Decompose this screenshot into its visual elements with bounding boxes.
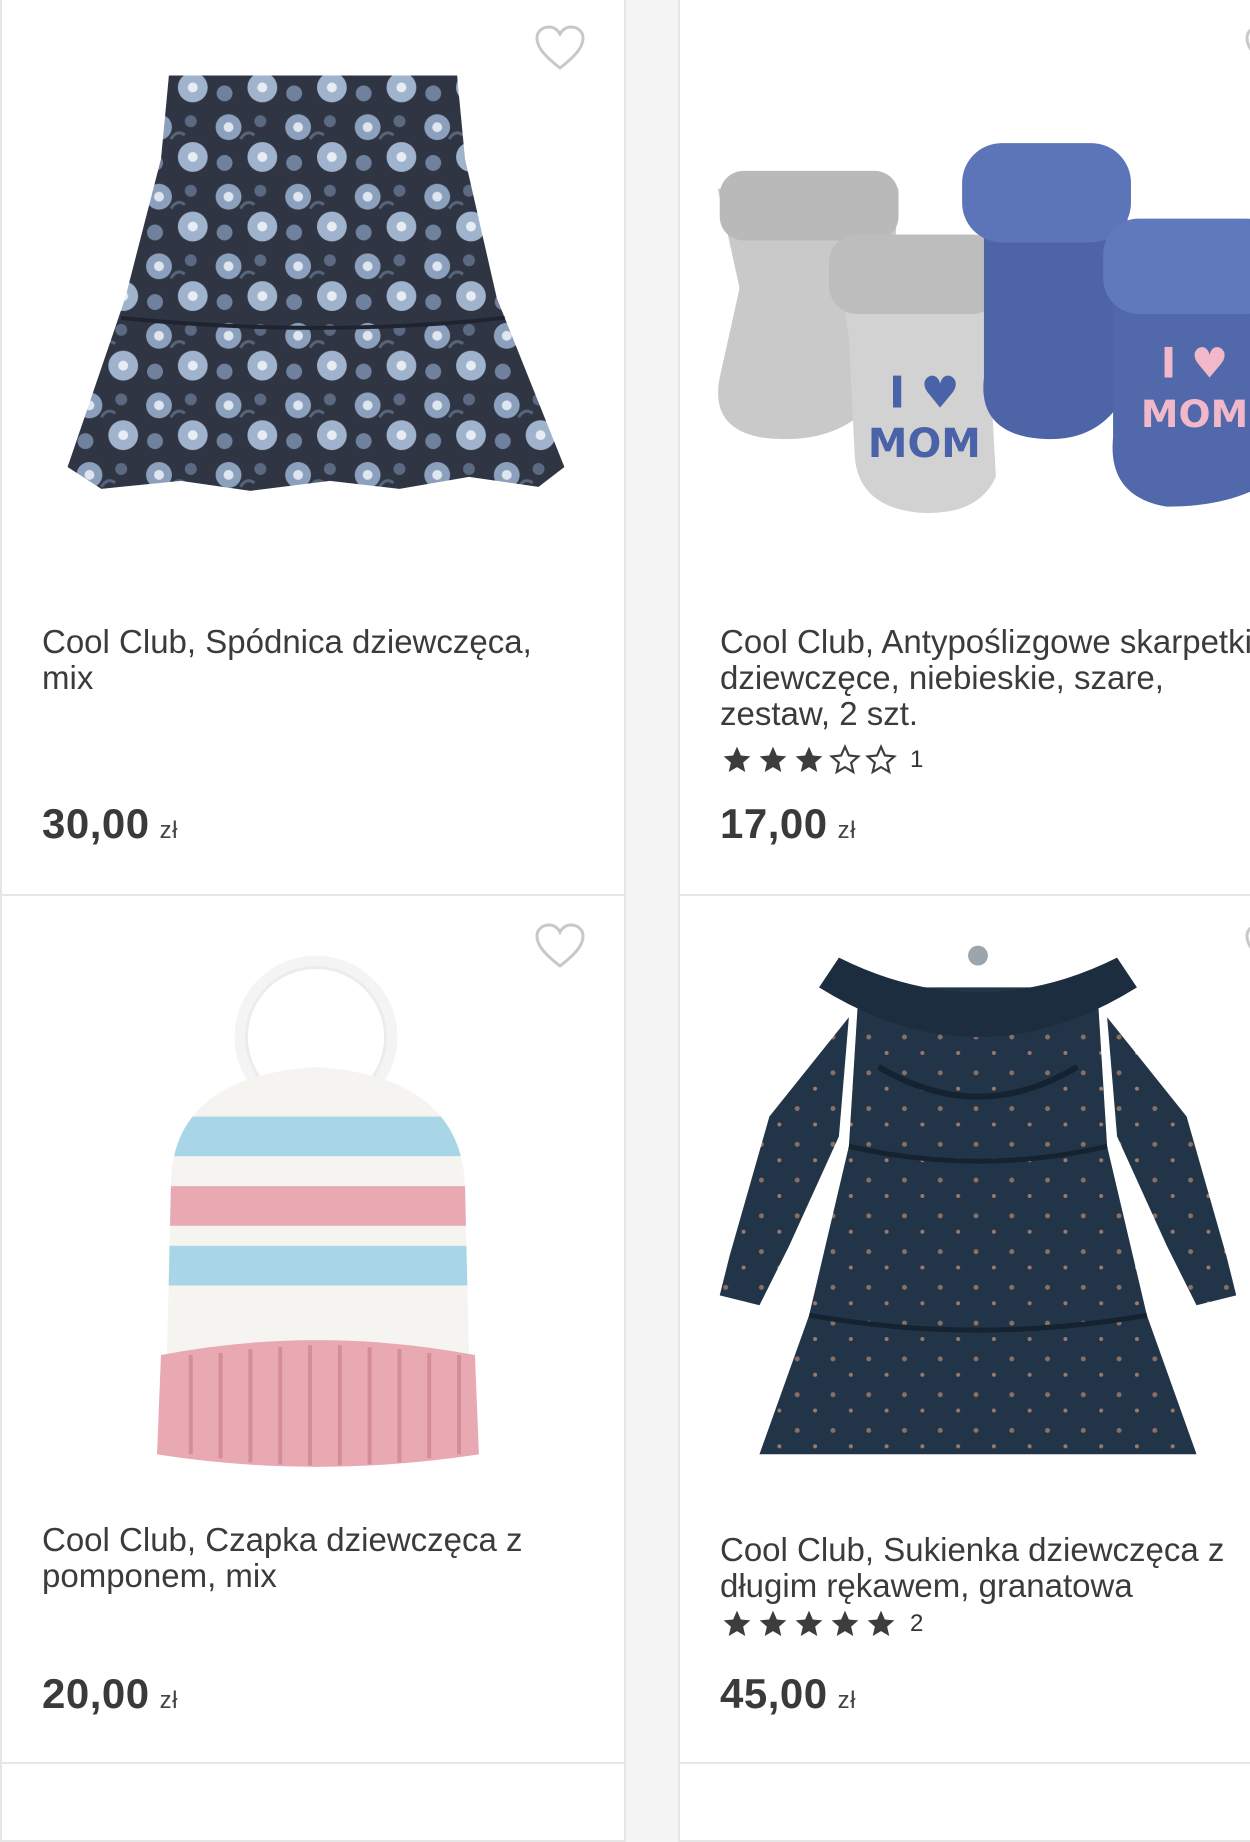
star-empty-icon [865,744,897,775]
svg-text:MOM: MOM [868,421,981,467]
product-title[interactable]: Cool Club, Sukienka dziewczęca z długim … [720,1532,1250,1604]
price-currency: zł [837,817,856,844]
rating-count: 1 [910,746,924,773]
product-title[interactable]: Cool Club, Antypoślizgowe skarpetki dzie… [720,624,1250,732]
svg-text:MOM: MOM [1141,392,1248,436]
star-filled-icon [795,746,823,772]
star-filled-icon [759,1610,787,1636]
star-rating: 1 [720,744,923,776]
product-price: 30,00 zł [42,800,178,848]
product-card[interactable]: Cool Club, Spódnica dziewczęca, mix 30,0… [0,0,626,898]
svg-text:I ♥: I ♥ [1161,339,1228,388]
product-card[interactable]: Cool Club, Sukienka dziewczęca z długim … [678,894,1250,1766]
star-filled-icon [867,1610,895,1636]
price-value: 20,00 [42,1670,150,1717]
svg-text:I ♥: I ♥ [889,367,960,418]
star-filled-icon [723,1610,751,1636]
star-filled-icon [795,1610,823,1636]
product-card[interactable]: Cool Club, Czapka dziewczęca z pomponem,… [0,894,626,1766]
star-filled-icon [831,1610,859,1636]
product-image[interactable] [680,916,1250,1476]
price-value: 30,00 [42,800,150,847]
rating-count: 2 [910,1610,924,1637]
product-image[interactable] [2,936,624,1476]
product-image[interactable] [2,38,624,578]
star-rating: 2 [720,1608,923,1640]
star-filled-icon [723,746,751,772]
product-price: 17,00 zł [720,800,856,848]
star-empty-icon [829,744,861,775]
product-image[interactable]: I ♥ MOM I ♥ MOM [680,38,1250,578]
product-price: 20,00 zł [42,1670,178,1718]
product-title[interactable]: Cool Club, Spódnica dziewczęca, mix [42,624,582,696]
price-currency: zł [159,1687,178,1714]
price-value: 17,00 [720,800,828,847]
product-price: 45,00 zł [720,1670,856,1718]
product-title[interactable]: Cool Club, Czapka dziewczęca z pomponem,… [42,1522,582,1594]
star-filled-icon [759,746,787,772]
product-card-partial[interactable] [0,1762,626,1842]
price-value: 45,00 [720,1670,828,1717]
price-currency: zł [159,817,178,844]
product-card-partial[interactable] [678,1762,1250,1842]
price-currency: zł [837,1687,856,1714]
product-card[interactable]: I ♥ MOM I ♥ MOM Cool Club, Antypoślizgow… [678,0,1250,898]
